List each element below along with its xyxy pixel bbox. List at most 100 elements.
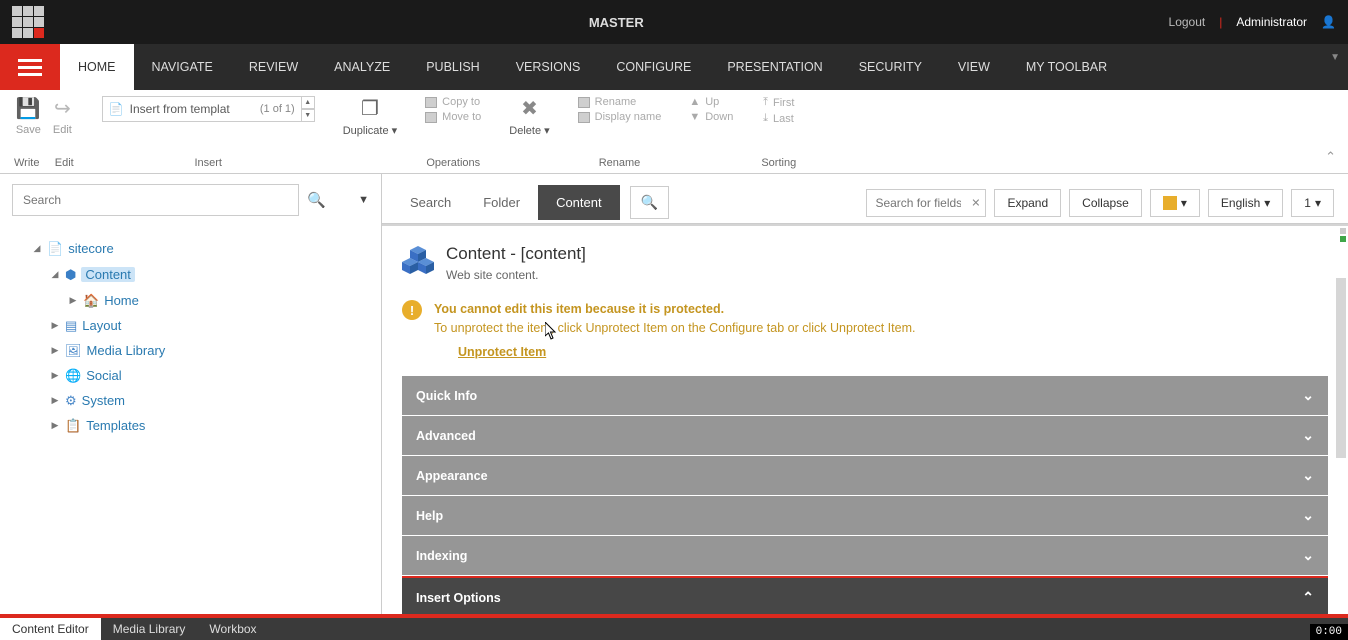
warning-line2: To unprotect the item, click Unprotect I… (434, 319, 915, 338)
tab-mytoolbar[interactable]: MY TOOLBAR (1008, 44, 1125, 90)
field-sections: Quick Info⌄ Advanced⌄ Appearance⌄ Help⌄ … (402, 376, 1328, 614)
share-icon: ↪ (54, 96, 71, 121)
cubes-icon: ⬢ (65, 268, 76, 281)
tab-navigate[interactable]: NAVIGATE (134, 44, 231, 90)
topbar: MASTER Logout | Administrator 👤 (0, 0, 1348, 44)
hamburger-button[interactable] (0, 44, 60, 90)
app-logo[interactable] (12, 6, 44, 38)
tab-view[interactable]: VIEW (940, 44, 1008, 90)
move-last-button[interactable]: ⤓Last (763, 112, 794, 125)
first-icon: ⤒ (763, 96, 768, 109)
arrow-up-icon: ▲ (689, 96, 700, 108)
save-button[interactable]: 💾 Save (16, 96, 41, 136)
section-indexing[interactable]: Indexing⌄ (402, 536, 1328, 576)
tree-node-content[interactable]: ◢⬢Content (14, 261, 367, 288)
editor-tabs: Search Folder Content 🔍 ✕ Expand Collaps… (382, 174, 1348, 224)
editor-tab-content[interactable]: Content (538, 185, 620, 220)
section-quickinfo[interactable]: Quick Info⌄ (402, 376, 1328, 416)
section-insertoptions[interactable]: Insert Options⌃ (402, 576, 1328, 614)
last-icon: ⤓ (763, 112, 768, 125)
search-dropdown-icon[interactable]: ▼ (358, 194, 369, 206)
duplicate-button[interactable]: ❐ Duplicate ▾ (343, 96, 397, 137)
tree-panel: 🔍 ▼ ◢📄sitecore ◢⬢Content ▶🏠Home ▶▤Layout… (0, 174, 382, 614)
section-appearance[interactable]: Appearance⌄ (402, 456, 1328, 496)
rename-button[interactable]: Rename (578, 96, 662, 108)
topbar-divider: | (1219, 15, 1222, 29)
spinner-up-icon[interactable]: ▲ (301, 96, 315, 109)
user-name[interactable]: Administrator (1236, 15, 1307, 29)
tree-node-templates[interactable]: ▶📋Templates (14, 413, 367, 438)
tree-node-social[interactable]: ▶🌐Social (14, 363, 367, 388)
rename-icon (578, 97, 590, 108)
layout-icon: ▤ (65, 319, 77, 332)
nav-expander-icon[interactable]: ▼ (1330, 52, 1340, 63)
validation-marker (1340, 228, 1346, 242)
ribbon-group-sorting: Sorting (761, 157, 796, 173)
move-down-button[interactable]: ▼Down (689, 111, 733, 123)
move-to-icon (425, 112, 437, 123)
tab-configure[interactable]: CONFIGURE (598, 44, 709, 90)
delete-button[interactable]: ✖ Delete ▾ (509, 96, 549, 137)
tree-node-media[interactable]: ▶🖼Media Library (14, 338, 367, 363)
chevron-down-icon: ⌄ (1302, 427, 1314, 444)
tree-node-system[interactable]: ▶⚙System (14, 388, 367, 413)
delete-icon: ✖ (521, 96, 538, 121)
tab-publish[interactable]: PUBLISH (408, 44, 498, 90)
copy-icon: ❐ (361, 96, 379, 121)
copy-to-button[interactable]: Copy to (425, 96, 481, 108)
search-icon[interactable]: 🔍 (307, 191, 326, 209)
view-options-button[interactable]: ▾ (1150, 189, 1200, 217)
tree-node-sitecore[interactable]: ◢📄sitecore (14, 236, 367, 261)
bottom-tabs: Content Editor Media Library Workbox 0:0… (0, 618, 1348, 640)
warning-line1: You cannot edit this item because it is … (434, 300, 915, 319)
user-icon: 👤 (1321, 15, 1336, 29)
edit-button[interactable]: ↪ Edit (53, 96, 72, 136)
bottom-tab-content-editor[interactable]: Content Editor (0, 618, 101, 640)
chevron-down-icon: ⌄ (1302, 387, 1314, 404)
language-button[interactable]: English▾ (1208, 189, 1283, 217)
tab-home[interactable]: HOME (60, 44, 134, 90)
templates-icon: 📋 (65, 419, 81, 432)
book-icon (1163, 196, 1177, 210)
section-help[interactable]: Help⌄ (402, 496, 1328, 536)
move-first-button[interactable]: ⤒First (763, 96, 794, 109)
collapse-button[interactable]: Collapse (1069, 189, 1142, 217)
expand-button[interactable]: Expand (994, 189, 1061, 217)
content-area: 🔍 ▼ ◢📄sitecore ◢⬢Content ▶🏠Home ▶▤Layout… (0, 174, 1348, 614)
editor-search-button[interactable]: 🔍 (630, 186, 669, 219)
move-to-button[interactable]: Move to (425, 111, 481, 123)
section-advanced[interactable]: Advanced⌄ (402, 416, 1328, 456)
ribbon-group-rename: Rename (599, 157, 641, 173)
fields-search-input[interactable] (866, 189, 986, 217)
system-icon: ⚙ (65, 394, 77, 407)
tab-review[interactable]: REVIEW (231, 44, 316, 90)
content-tree: ◢📄sitecore ◢⬢Content ▶🏠Home ▶▤Layout ▶🖼M… (0, 226, 381, 448)
chevron-down-icon: ⌄ (1302, 547, 1314, 564)
version-button[interactable]: 1▾ (1291, 189, 1334, 217)
move-up-button[interactable]: ▲Up (689, 96, 733, 108)
insert-template-box[interactable]: 📄 Insert from templat (1 of 1) (102, 96, 302, 122)
tab-security[interactable]: SECURITY (841, 44, 940, 90)
tab-presentation[interactable]: PRESENTATION (709, 44, 840, 90)
editor-panel: Search Folder Content 🔍 ✕ Expand Collaps… (382, 174, 1348, 614)
ribbon-collapse-icon[interactable]: ⌃ (1325, 149, 1336, 165)
ribbon: 💾 Save ↪ Edit Write Edit 📄 Insert from t… (0, 90, 1348, 174)
editor-tab-search[interactable]: Search (396, 185, 465, 220)
bottom-tab-workbox[interactable]: Workbox (197, 618, 268, 640)
bottom-tab-media-library[interactable]: Media Library (101, 618, 198, 640)
clear-icon[interactable]: ✕ (971, 196, 980, 209)
logout-link[interactable]: Logout (1169, 15, 1206, 29)
tree-node-layout[interactable]: ▶▤Layout (14, 313, 367, 338)
doc-icon: 📄 (47, 242, 63, 255)
tab-versions[interactable]: VERSIONS (498, 44, 599, 90)
unprotect-link[interactable]: Unprotect Item (458, 345, 546, 359)
arrow-down-icon: ▼ (689, 111, 700, 123)
display-name-button[interactable]: Display name (578, 111, 662, 123)
tree-node-home[interactable]: ▶🏠Home (14, 288, 367, 313)
spinner-down-icon[interactable]: ▼ (301, 109, 315, 122)
item-subtitle: Web site content. (446, 268, 586, 282)
tree-search-input[interactable] (12, 184, 299, 216)
editor-tab-folder[interactable]: Folder (469, 185, 534, 220)
scrollbar[interactable] (1336, 278, 1346, 458)
tab-analyze[interactable]: ANALYZE (316, 44, 408, 90)
